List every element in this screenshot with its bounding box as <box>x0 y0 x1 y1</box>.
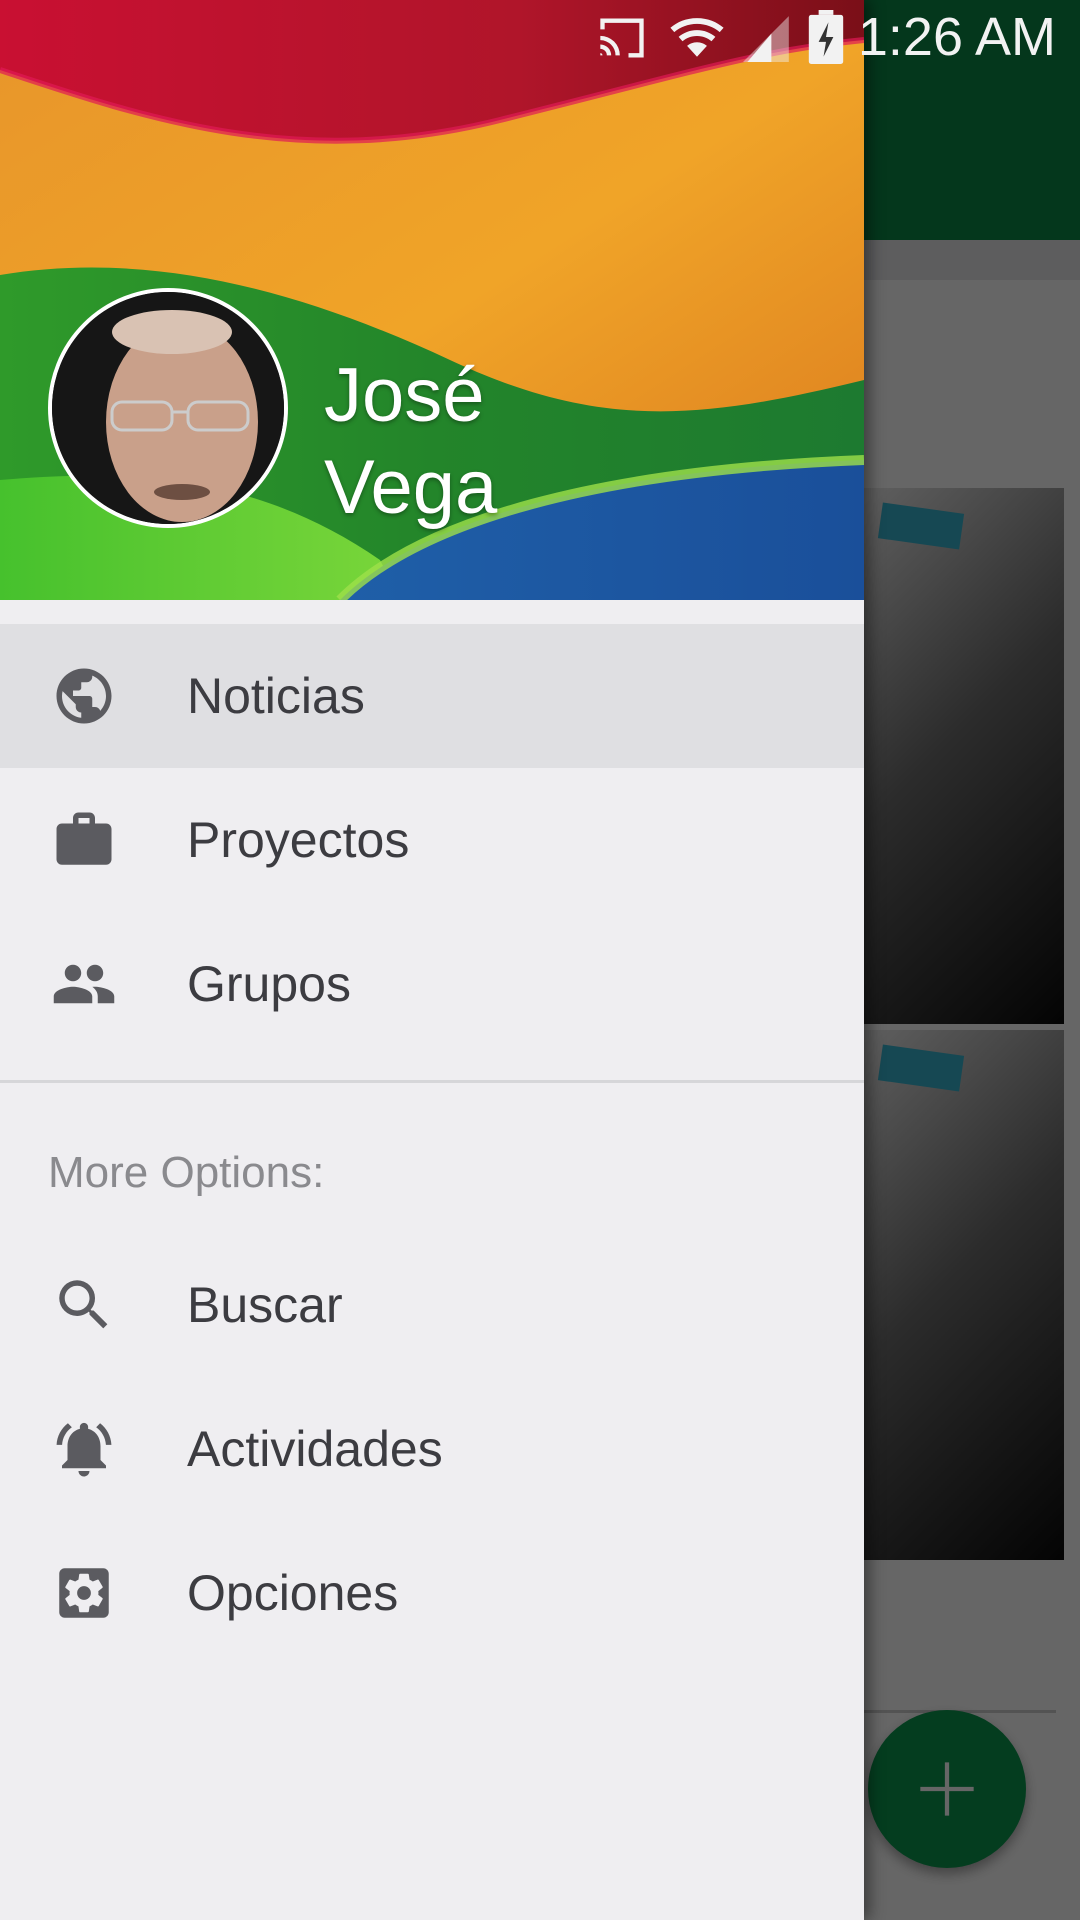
profile-photo <box>52 292 284 524</box>
wifi-icon <box>670 18 724 57</box>
briefcase-icon <box>48 804 120 876</box>
menu-item-actividades[interactable]: Actividades <box>0 1377 864 1521</box>
menu-item-label: Grupos <box>187 956 351 1012</box>
bell-icon <box>48 1413 120 1485</box>
avatar[interactable] <box>48 288 288 528</box>
settings-icon <box>48 1557 120 1629</box>
menu-item-opciones[interactable]: Opciones <box>0 1521 864 1665</box>
search-icon <box>48 1269 120 1341</box>
battery-charging-icon <box>808 10 844 64</box>
user-last-name: Vega <box>324 445 498 530</box>
signal-icon <box>743 16 789 62</box>
menu-item-label: Noticias <box>187 668 365 724</box>
menu-item-label: Buscar <box>187 1277 343 1333</box>
menu-divider <box>0 1080 864 1083</box>
menu-item-label: Actividades <box>187 1421 443 1477</box>
menu-item-proyectos[interactable]: Proyectos <box>0 768 864 912</box>
drawer-header: José Vega <box>0 0 864 600</box>
status-time: 1:26 AM <box>857 7 1056 67</box>
drawer-menu: Noticias Proyectos Grupos More Options: <box>0 624 864 1665</box>
status-bar: 1:26 AM <box>0 0 1080 78</box>
globe-icon <box>48 660 120 732</box>
menu-item-noticias[interactable]: Noticias <box>0 624 864 768</box>
menu-item-grupos[interactable]: Grupos <box>0 912 864 1056</box>
cast-icon <box>600 18 644 58</box>
menu-item-buscar[interactable]: Buscar <box>0 1233 864 1377</box>
user-name[interactable]: José Vega <box>324 350 744 534</box>
menu-item-label: Opciones <box>187 1565 399 1621</box>
people-icon <box>48 948 120 1020</box>
menu-item-label: Proyectos <box>187 812 410 868</box>
navigation-drawer: José Vega Noticias Proyectos Grupos More… <box>0 0 864 1920</box>
user-first-name: José <box>324 353 485 438</box>
more-options-heading: More Options: <box>48 1148 325 1197</box>
